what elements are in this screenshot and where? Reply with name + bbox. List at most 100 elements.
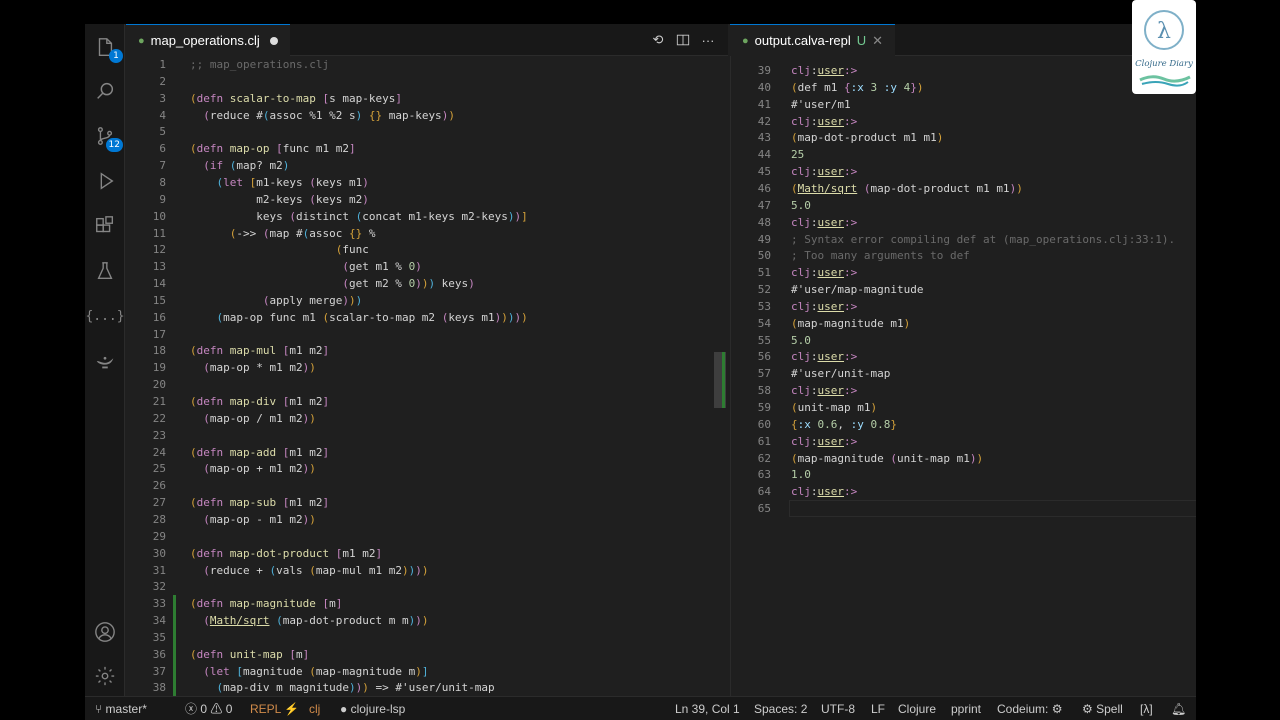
code-line[interactable]: 64 clj꞉user꞉> [731,483,1196,500]
explorer-icon[interactable]: 1 [93,35,123,63]
code-line[interactable]: 1 ;; map_operations.clj [126,56,728,73]
code-line[interactable]: 37 (let [magnitude (map-magnitude m)] [126,663,728,680]
code-line[interactable]: 52 #'user/map-magnitude [731,281,1196,298]
code-line[interactable]: 55 5.0 [731,332,1196,349]
code-line[interactable]: 5 [126,123,728,140]
code-line[interactable]: 48 clj꞉user꞉> [731,214,1196,231]
tab-map-operations[interactable]: ● map_operations.clj [126,24,290,56]
code-line[interactable]: 47 5.0 [731,197,1196,214]
code-line[interactable]: 41 #'user/m1 [731,96,1196,113]
code-line[interactable]: 33 (defn map-magnitude [m] [126,595,728,612]
code-line[interactable]: 28 (map-op - m1 m2)) [126,511,728,528]
code-line[interactable]: 43 (map-dot-product m1 m1) [731,129,1196,146]
code-line[interactable]: 42 clj꞉user꞉> [731,113,1196,130]
spell-status[interactable]: ⚙ Spell [1082,697,1123,720]
clj-status[interactable]: clj [309,697,320,720]
code-line[interactable]: 50 ; Too many arguments to def [731,247,1196,264]
code-line[interactable]: 17 [126,326,728,343]
code-line[interactable]: 38 (map-div m magnitude))) => #'user/uni… [126,679,728,696]
code-line[interactable]: 11 (->> (map #(assoc {} % [126,225,728,242]
code-line[interactable]: 53 clj꞉user꞉> [731,298,1196,315]
code-line[interactable]: 56 clj꞉user꞉> [731,348,1196,365]
code-line[interactable]: 34 (Math/sqrt (map-dot-product m m))) [126,612,728,629]
code-line[interactable]: 24 (defn map-add [m1 m2] [126,444,728,461]
code-line[interactable]: 12 (func [126,241,728,258]
run-debug-icon[interactable] [93,169,117,193]
code-line[interactable]: 58 clj꞉user꞉> [731,382,1196,399]
code-line[interactable]: 40 (def m1 {:x 3 :y 4}) [731,79,1196,96]
code-line[interactable]: 59 (unit-map m1) [731,399,1196,416]
language-mode[interactable]: Clojure [898,697,936,720]
code-line[interactable]: 29 [126,528,728,545]
repl-output-editor[interactable]: 39 clj꞉user꞉> 40 (def m1 {:x 3 :y 4}) 41 #'us… [730,56,1196,696]
code-line[interactable]: 30 (defn map-dot-product [m1 m2] [126,545,728,562]
formatter[interactable]: pprint [951,697,981,720]
repl-status[interactable]: REPL ⚡ [250,697,299,720]
code-line[interactable]: 16 (map-op func m1 (scalar-to-map m2 (ke… [126,309,728,326]
code-line[interactable]: 10 keys (distinct (concat m1-keys m2-key… [126,208,728,225]
codeium-status[interactable]: Codeium: ⚙ [997,697,1062,720]
account-icon[interactable] [93,620,117,644]
code-line[interactable]: 39 clj꞉user꞉> [731,62,1196,79]
code-editor[interactable]: 1;; map_operations.clj 2 3 (defn scalar-to-… [126,56,728,696]
history-icon[interactable]: ⟲ [650,32,666,48]
code-line[interactable]: 27 (defn map-sub [m1 m2] [126,494,728,511]
code-line[interactable]: 21 (defn map-div [m1 m2] [126,393,728,410]
code-line[interactable]: 49 ; Syntax error compiling def at (map_o… [731,231,1196,248]
code-line[interactable]: 51 clj꞉user꞉> [731,264,1196,281]
notifications-bell-icon[interactable]: 🔔︎ [1171,697,1186,720]
indentation[interactable]: Spaces: 2 [754,697,807,720]
settings-gear-icon[interactable] [93,664,117,688]
code-line[interactable]: 14 (get m2 % 0))) keys) [126,275,728,292]
git-change-marker[interactable] [173,645,176,663]
extensions-icon[interactable] [93,214,117,238]
git-change-marker[interactable] [173,595,176,613]
code-line[interactable]: 54 (map-magnitude m1) [731,315,1196,332]
code-line[interactable]: 62 (map-magnitude (unit-map m1)) [731,450,1196,467]
code-line[interactable]: 18 (defn map-mul [m1 m2] [126,342,728,359]
more-actions-icon[interactable]: ··· [700,32,716,48]
code-line[interactable]: 13 (get m1 % 0) [126,258,728,275]
code-line[interactable]: 22 (map-op / m1 m2)) [126,410,728,427]
source-control-icon[interactable]: 12 [93,124,123,152]
branch-item[interactable]: ⑂ master* [95,697,147,720]
split-editor-icon[interactable] [675,32,691,48]
git-change-marker[interactable] [173,662,176,680]
code-line[interactable]: 6 (defn map-op [func m1 m2] [126,140,728,157]
cursor-position[interactable]: Ln 39, Col 1 [675,697,740,720]
code-line[interactable]: 8 (let [m1-keys (keys m1) [126,174,728,191]
code-line[interactable]: 2 [126,73,728,90]
search-icon[interactable] [93,79,117,103]
testing-flask-icon[interactable] [93,259,117,283]
tab-output-calva-repl[interactable]: ● output.calva-repl U ✕ [730,24,896,56]
code-line[interactable]: 9 m2-keys (keys m2) [126,191,728,208]
problems-item[interactable]: ⓧ 0 ⚠ 0 [185,697,232,720]
code-line[interactable]: 45 clj꞉user꞉> [731,163,1196,180]
code-line[interactable]: 32 [126,578,728,595]
braces-icon[interactable]: {...} [85,304,124,328]
code-line[interactable]: 46 (Math/sqrt (map-dot-product m1 m1)) [731,180,1196,197]
code-line[interactable]: 61 clj꞉user꞉> [731,433,1196,450]
code-line[interactable]: 35 [126,629,728,646]
genie-lamp-icon[interactable] [93,349,117,373]
code-line[interactable]: 20 [126,376,728,393]
code-line[interactable]: 7 (if (map? m2) [126,157,728,174]
calva-lambda[interactable]: [λ] [1140,697,1153,720]
code-line[interactable]: 23 [126,427,728,444]
code-line[interactable]: 31 (reduce + (vals (map-mul m1 m2)))) [126,562,728,579]
code-line[interactable]: 44 25 [731,146,1196,163]
lsp-status[interactable]: ● clojure-lsp [340,697,405,720]
code-line[interactable]: 4 (reduce #(assoc %1 %2 s) {} map-keys)) [126,107,728,124]
code-line[interactable]: 15 (apply merge))) [126,292,728,309]
git-change-marker[interactable] [173,679,176,696]
code-line[interactable]: 63 1.0 [731,466,1196,483]
git-change-marker[interactable] [173,628,176,646]
unsaved-dot-icon[interactable] [269,36,278,45]
close-icon[interactable]: ✕ [872,33,883,49]
git-change-marker[interactable] [173,612,176,630]
encoding[interactable]: UTF-8 [821,697,855,720]
code-line[interactable]: 26 [126,477,728,494]
code-line[interactable]: 3 (defn scalar-to-map [s map-keys] [126,90,728,107]
code-line[interactable]: 36 (defn unit-map [m] [126,646,728,663]
end-of-line[interactable]: LF [871,697,885,720]
